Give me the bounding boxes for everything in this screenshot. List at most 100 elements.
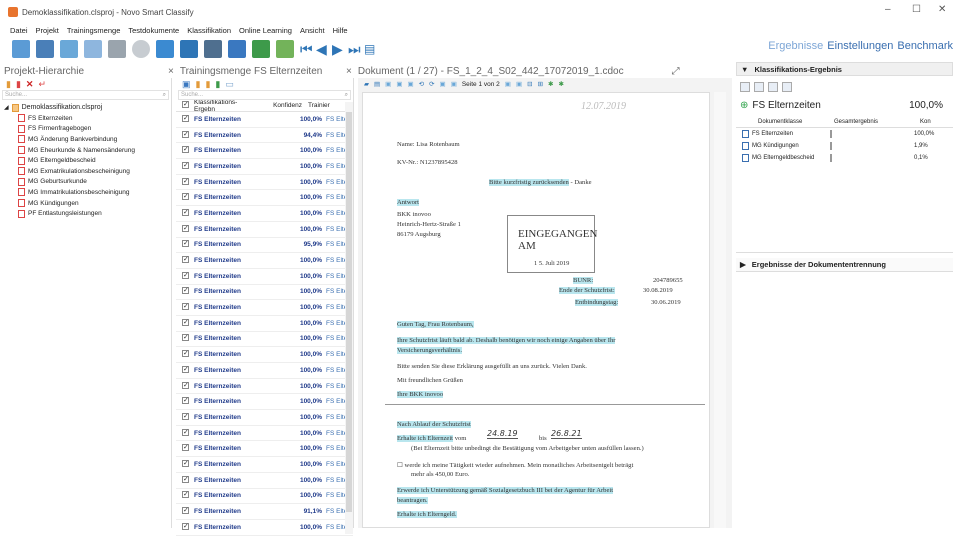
folder-green-icon[interactable]: ▮ bbox=[215, 79, 220, 90]
tree-item[interactable]: FS Firmenfragebogen bbox=[0, 124, 171, 135]
training-row[interactable]: FS Elternzeiten100,0%FS Elte bbox=[176, 347, 353, 363]
monitor-icon[interactable] bbox=[156, 40, 174, 58]
tree-item[interactable]: MG Elterngeldbescheid bbox=[0, 155, 171, 166]
doc-page3-icon[interactable]: ▣ bbox=[407, 80, 413, 88]
row-checkbox[interactable] bbox=[182, 177, 189, 185]
results-tool3-icon[interactable] bbox=[768, 82, 778, 92]
col-konfidenz[interactable]: Konfidenz bbox=[258, 102, 302, 109]
maximize-button[interactable]: ☐ bbox=[912, 4, 921, 15]
training-scrollbar[interactable] bbox=[345, 102, 353, 534]
row-checkbox[interactable] bbox=[182, 192, 189, 201]
row-checkbox[interactable] bbox=[182, 145, 189, 154]
col-klassifikation[interactable]: Klassifikations-Ergebn bbox=[194, 99, 258, 113]
green-tool2-icon[interactable]: ✱ bbox=[558, 80, 563, 88]
doc-last-icon[interactable]: ▣ bbox=[516, 80, 522, 88]
training-row[interactable]: FS Elternzeiten91,1%FS Elte bbox=[176, 504, 353, 520]
grid-icon[interactable]: ⊞ bbox=[538, 80, 543, 88]
training-search-input[interactable]: Suche... ⌕ bbox=[178, 90, 351, 100]
menu-datei[interactable]: Datei bbox=[10, 26, 28, 35]
menu-online-learning[interactable]: Online Learning bbox=[239, 26, 292, 35]
list-dropdown-icon[interactable]: ▤ bbox=[364, 43, 375, 55]
view-icon[interactable]: ▭ bbox=[225, 79, 234, 90]
pin-icon[interactable]: ⤢ bbox=[672, 66, 680, 77]
training-row[interactable]: FS Elternzeiten100,0%FS Elte bbox=[176, 457, 353, 473]
row-checkbox[interactable] bbox=[182, 522, 189, 530]
row-checkbox[interactable] bbox=[182, 130, 189, 138]
training-row[interactable]: FS Elternzeiten100,0%FS Elte bbox=[176, 112, 353, 128]
import-icon[interactable]: ↵ bbox=[38, 79, 46, 90]
chart-icon[interactable] bbox=[276, 40, 294, 58]
row-checkbox[interactable] bbox=[182, 381, 189, 389]
doc-view-icon[interactable]: ▰ bbox=[364, 80, 369, 88]
tree-item[interactable]: MG Änderung Bankverbindung bbox=[0, 134, 171, 145]
results-tool4-icon[interactable] bbox=[782, 82, 792, 92]
first-icon[interactable]: ⏮ bbox=[300, 42, 313, 56]
row-checkbox[interactable] bbox=[182, 224, 189, 232]
tree-item[interactable]: MG Geburtsurkunde bbox=[0, 177, 171, 188]
print-icon[interactable] bbox=[108, 40, 126, 58]
select-all-checkbox[interactable] bbox=[182, 100, 189, 108]
new-file-icon[interactable]: ▮ bbox=[16, 79, 21, 90]
expand-arrow-icon[interactable]: ▶ bbox=[740, 260, 746, 269]
training-row[interactable]: FS Elternzeiten100,0%FS Elte bbox=[176, 285, 353, 301]
row-checkbox[interactable] bbox=[182, 161, 189, 169]
search-doc-icon[interactable] bbox=[84, 40, 102, 58]
green-tool-icon[interactable]: ✱ bbox=[548, 80, 553, 88]
refresh-icon[interactable]: ⟳ bbox=[429, 80, 434, 88]
training-row[interactable]: FS Elternzeiten94,4%FS Elte bbox=[176, 128, 353, 144]
monitor-list-icon[interactable] bbox=[180, 40, 198, 58]
delete-icon[interactable]: ✕ bbox=[26, 79, 34, 90]
next-icon[interactable]: ▶ bbox=[332, 42, 343, 56]
menu-trainingsmenge[interactable]: Trainingsmenge bbox=[67, 26, 121, 35]
training-row[interactable]: FS Elternzeiten100,0%FS Elte bbox=[176, 394, 353, 411]
separation-results-header[interactable]: ▶ Ergebnisse der Dokumententrennung bbox=[736, 258, 953, 272]
row-checkbox[interactable] bbox=[182, 208, 189, 216]
training-row[interactable]: FS Elternzeiten100,0%FS Elte bbox=[176, 143, 353, 160]
doc-panel-title[interactable]: Dokument (1 / 27) - FS_1_2_4_S02_442_170… bbox=[358, 66, 624, 77]
training-row[interactable]: FS Elternzeiten100,0%FS Elte bbox=[176, 410, 353, 426]
training-row[interactable]: FS Elternzeiten95,9%FS Elte bbox=[176, 238, 353, 254]
rotate-icon[interactable]: ⟲ bbox=[419, 80, 424, 88]
training-row[interactable]: FS Elternzeiten100,0%FS Elte bbox=[176, 253, 353, 269]
training-row[interactable]: FS Elternzeiten100,0%FS Elte bbox=[176, 300, 353, 316]
training-row[interactable]: FS Elternzeiten100,0%FS Elte bbox=[176, 363, 353, 379]
menu-hilfe[interactable]: Hilfe bbox=[333, 26, 348, 35]
nav-benchmark[interactable]: Benchmark bbox=[897, 40, 953, 52]
last-icon[interactable]: ⏭ bbox=[348, 42, 361, 56]
tree-item[interactable]: MG Kündigungen bbox=[0, 198, 171, 209]
training-row[interactable]: FS Elternzeiten100,0%FS Elte bbox=[176, 190, 353, 207]
tree-item[interactable]: MG Eheurkunde & Namensänderung bbox=[0, 145, 171, 156]
row-checkbox[interactable] bbox=[182, 318, 189, 326]
result-row[interactable]: FS Elternzeiten 100,0% bbox=[736, 128, 953, 140]
new-folder-icon[interactable]: ▮ bbox=[6, 79, 11, 90]
row-checkbox[interactable] bbox=[182, 490, 189, 499]
row-checkbox[interactable] bbox=[182, 255, 189, 264]
tree-item[interactable]: MG Immatrikulationsbescheinigung bbox=[0, 187, 171, 198]
row-checkbox[interactable] bbox=[182, 365, 189, 373]
training-row[interactable]: FS Elternzeiten100,0%FS Elte bbox=[176, 316, 353, 332]
training-row[interactable]: FS Elternzeiten100,0%FS Elte bbox=[176, 473, 353, 489]
document-scrollbar[interactable] bbox=[714, 92, 726, 528]
training-row[interactable]: FS Elternzeiten100,0%FS Elte bbox=[176, 426, 353, 442]
training-row[interactable]: FS Elternzeiten100,0%FS Elte bbox=[176, 332, 353, 348]
gears-icon[interactable] bbox=[132, 40, 150, 58]
row-checkbox[interactable] bbox=[182, 459, 189, 467]
row-checkbox[interactable] bbox=[182, 333, 189, 342]
tree-search-input[interactable]: Suche... ⌕ bbox=[2, 90, 169, 100]
training-row[interactable]: FS Elternzeiten100,0%FS Elte bbox=[176, 269, 353, 285]
document-icon[interactable] bbox=[60, 40, 78, 58]
doc-prev-icon[interactable]: ▣ bbox=[451, 80, 457, 88]
network-icon[interactable] bbox=[12, 40, 30, 58]
tree-item[interactable]: MG Exmatrikulationsbescheinigung bbox=[0, 166, 171, 177]
doc-page-icon[interactable]: ▣ bbox=[385, 80, 391, 88]
training-row[interactable]: FS Elternzeiten100,0%FS Elte bbox=[176, 175, 353, 191]
tree-root[interactable]: ◢ Demoklassifikation.clsproj bbox=[0, 102, 171, 113]
folder-icon[interactable]: ▮ bbox=[196, 79, 201, 90]
split-icon[interactable]: ⊟ bbox=[527, 80, 532, 88]
row-checkbox[interactable] bbox=[182, 506, 189, 515]
results-header[interactable]: ▼ Klassifikations-Ergebnis bbox=[736, 62, 953, 76]
row-checkbox[interactable] bbox=[182, 239, 189, 248]
menu-testdokumente[interactable]: Testdokumente bbox=[128, 26, 179, 35]
export-icon[interactable] bbox=[252, 40, 270, 58]
row-checkbox[interactable] bbox=[182, 396, 189, 405]
